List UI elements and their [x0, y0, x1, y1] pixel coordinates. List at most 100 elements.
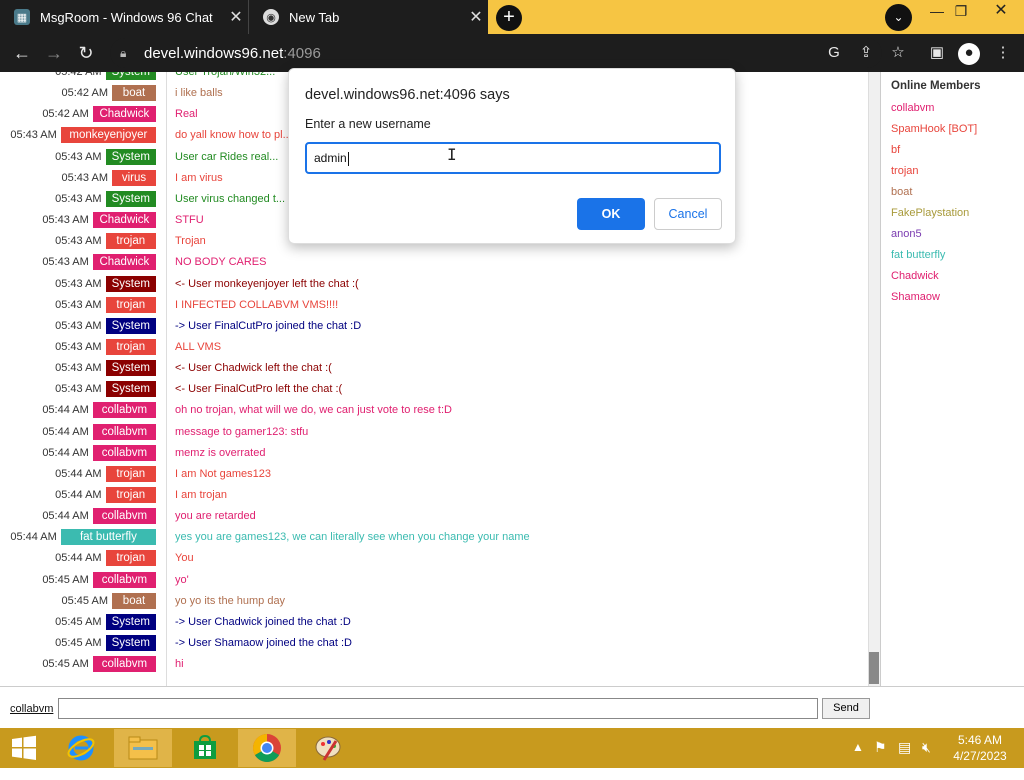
taskbar-file-explorer[interactable] [114, 729, 172, 767]
message-nick-badge[interactable]: System [105, 148, 156, 165]
message-nick-badge[interactable]: Chadwick [92, 106, 156, 123]
message-nick-badge[interactable]: collabvm [92, 656, 156, 673]
message-nick-badge[interactable]: System [105, 360, 156, 377]
url-port: :4096 [283, 44, 321, 62]
bookmark-star-icon[interactable]: ☆ [887, 43, 909, 65]
close-tab-icon[interactable]: ✕ [464, 7, 488, 27]
address-bar[interactable]: 🔒︎ devel.windows96.net :4096 [110, 38, 882, 68]
message-nick-badge[interactable]: collabvm [92, 508, 156, 525]
taskbar-internet-explorer[interactable] [52, 729, 110, 767]
message-nick-badge[interactable]: System [105, 275, 156, 292]
chrome-favicon-icon: ◉ [263, 9, 279, 25]
member-item[interactable]: bf [881, 140, 1024, 161]
member-item[interactable]: collabvm [881, 98, 1024, 119]
message-nick-badge[interactable]: Chadwick [92, 254, 156, 271]
message-text: STFU [175, 214, 204, 227]
message-nick-badge[interactable]: trojan [105, 487, 156, 503]
member-item[interactable]: boat [881, 182, 1024, 203]
side-panel-icon[interactable]: ▣ [926, 43, 948, 65]
browser-toolbar: ← → ↻ 🔒︎ devel.windows96.net :4096 G ⇪ ☆… [0, 34, 1024, 72]
show-hidden-icons-icon[interactable]: ▲ [852, 740, 864, 780]
message-nick-badge[interactable]: System [105, 381, 156, 398]
chat-message-input[interactable] [58, 698, 818, 719]
chat-scrollbar[interactable] [868, 72, 880, 686]
chat-input-bar: collabvm Send [0, 686, 1024, 728]
chat-scrollbar-thumb[interactable] [869, 652, 879, 684]
volume-muted-icon[interactable]: 🔇︎ [922, 739, 931, 779]
message-nick-badge[interactable]: collabvm [92, 402, 156, 419]
current-username-link[interactable]: collabvm [10, 703, 53, 715]
chat-divider [166, 72, 167, 686]
member-item[interactable]: Chadwick [881, 266, 1024, 287]
tab-strip: ▦ MsgRoom - Windows 96 Chat ✕ ◉ New Tab … [0, 0, 1024, 34]
cancel-button[interactable]: Cancel [654, 198, 722, 230]
taskbar-store[interactable] [176, 729, 234, 767]
back-icon[interactable]: ← [9, 40, 35, 66]
start-button[interactable] [0, 729, 48, 767]
username-input-value: admin [314, 151, 347, 165]
message-nick-badge[interactable]: System [105, 190, 156, 207]
reload-icon[interactable]: ↻ [73, 40, 99, 66]
chat-message-row: 05:44 AM collabvm message to gamer123: stf… [0, 422, 868, 443]
taskbar-chrome[interactable] [238, 729, 296, 767]
member-item[interactable]: FakePlaystation [881, 203, 1024, 224]
message-nick-badge[interactable]: Chadwick [92, 212, 156, 229]
lock-icon[interactable]: 🔒︎ [120, 46, 134, 61]
message-nick-badge[interactable]: monkeyenjoyer [60, 127, 156, 144]
share-icon[interactable]: ⇪ [855, 43, 877, 65]
member-item[interactable]: anon5 [881, 224, 1024, 245]
username-input[interactable]: admin [305, 142, 721, 174]
action-center-flag-icon[interactable]: ⚑ [874, 739, 887, 779]
message-nick-badge[interactable]: boat [112, 85, 156, 102]
close-window-button[interactable]: ✕ [986, 0, 1016, 24]
profile-avatar-icon[interactable]: ● [958, 43, 980, 65]
message-timestamp: 05:43 AM [55, 150, 102, 163]
tab-search-button[interactable]: ⌄ [885, 4, 912, 31]
send-button[interactable]: Send [822, 698, 870, 719]
text-caret [347, 151, 349, 166]
message-nick-badge[interactable]: System [105, 317, 156, 334]
message-nick-badge[interactable]: trojan [105, 233, 156, 250]
message-text: -> User Chadwick joined the chat :D [175, 615, 351, 628]
tab-title: New Tab [289, 9, 340, 25]
taskbar-clock[interactable]: 5:46 AM 4/27/2023 [948, 732, 1012, 764]
tab-new-tab[interactable]: ◉ New Tab ✕ [248, 0, 488, 34]
menu-kebab-icon[interactable]: ⋮ [992, 43, 1014, 65]
message-timestamp: 05:44 AM [55, 489, 102, 501]
taskbar-paint[interactable] [300, 729, 358, 767]
new-tab-button[interactable]: + [496, 5, 522, 31]
message-nick-badge[interactable]: System [105, 613, 156, 630]
chat-message-row: 05:43 AM trojan ALL VMS [0, 337, 868, 358]
tab-msgroom[interactable]: ▦ MsgRoom - Windows 96 Chat ✕ [0, 0, 248, 34]
message-nick-badge[interactable]: System [105, 635, 156, 652]
windows-taskbar: ▲ ⚑ ▤ 🔇︎ 5:46 AM 4/27/2023 [0, 728, 1024, 768]
message-nick-badge[interactable]: virus [112, 169, 156, 186]
chat-message-row: 05:44 AM trojan I am Not games123 [0, 464, 868, 485]
message-timestamp: 05:44 AM [42, 404, 89, 417]
close-tab-icon[interactable]: ✕ [224, 7, 248, 27]
message-nick-badge[interactable]: trojan [105, 550, 156, 567]
message-nick-badge[interactable]: trojan [105, 296, 156, 313]
member-item[interactable]: trojan [881, 161, 1024, 182]
message-nick-badge[interactable]: fat butterfly [60, 529, 156, 546]
internet-explorer-icon [67, 735, 95, 761]
member-item[interactable]: fat butterfly [881, 245, 1024, 266]
message-nick-badge[interactable]: trojan [105, 465, 156, 482]
message-nick-badge[interactable]: collabvm [92, 444, 156, 461]
message-nick-badge[interactable]: System [105, 72, 156, 80]
google-lens-icon[interactable]: G [823, 43, 845, 65]
message-nick-badge[interactable]: trojan [105, 338, 156, 355]
message-text: yes you are games123, we can literally s… [175, 531, 530, 544]
network-icon[interactable]: ▤ [898, 739, 911, 779]
message-nick-badge[interactable]: collabvm [92, 571, 156, 588]
member-item[interactable]: SpamHook [BOT] [881, 119, 1024, 140]
message-timestamp: 05:43 AM [42, 256, 89, 269]
message-nick-badge[interactable]: collabvm [92, 423, 156, 440]
forward-icon[interactable]: → [41, 40, 67, 66]
restore-button[interactable]: ❐ [946, 0, 976, 24]
message-text: User virus changed t... [175, 192, 286, 205]
ok-button[interactable]: OK [577, 198, 645, 230]
message-text: <- User Chadwick left the chat :( [175, 362, 332, 375]
message-nick-badge[interactable]: boat [112, 592, 156, 609]
member-item[interactable]: Shamaow [881, 287, 1024, 308]
